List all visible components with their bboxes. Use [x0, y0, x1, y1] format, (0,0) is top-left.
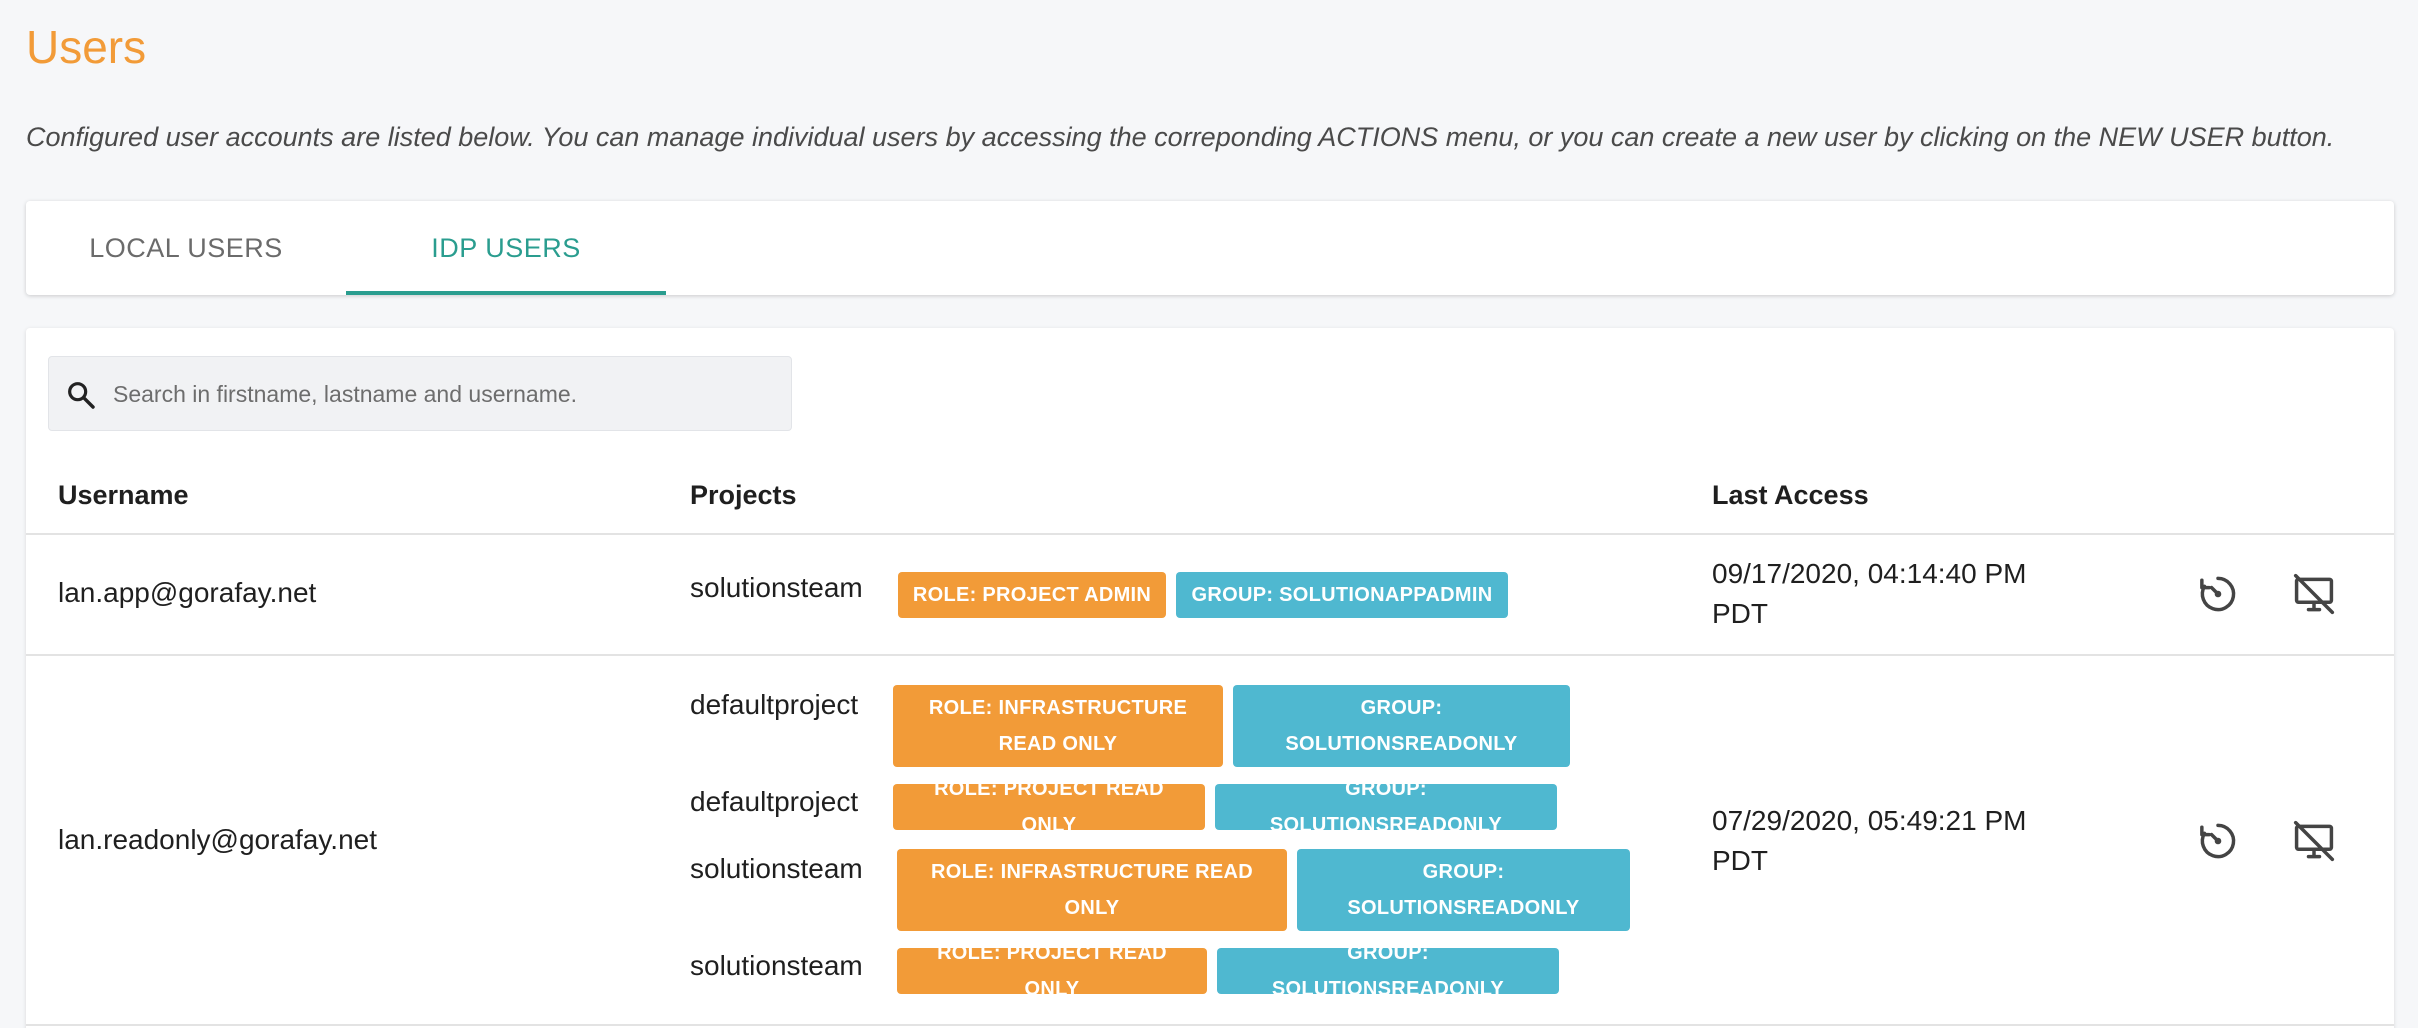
page-description: Configured user accounts are listed belo… [26, 122, 2335, 152]
search-icon [68, 382, 95, 409]
group-badge: GROUP: SOLUTIONSREADONLY [1297, 849, 1630, 931]
role-badge: ROLE: PROJECT READ ONLY [893, 778, 1205, 836]
role-badge: ROLE: INFRASTRUCTURE READ ONLY [897, 849, 1287, 931]
project-name: solutionsteam [690, 950, 863, 981]
timer-reset-icon[interactable] [2196, 819, 2240, 863]
search-input[interactable] [113, 357, 773, 432]
last-access-cell: 09/17/2020, 04:14:40 PM PDT [1712, 554, 2072, 634]
role-badge: ROLE: PROJECT ADMIN [898, 572, 1166, 618]
group-badge: GROUP: SOLUTIONSREADONLY [1217, 942, 1559, 1000]
username-cell: lan.app@gorafay.net [58, 577, 317, 608]
group-badge: GROUP: SOLUTIONSREADONLY [1215, 778, 1557, 836]
column-header-projects: Projects [690, 480, 797, 510]
last-access-datetime: 07/29/2020, 05:49:21 PM [1712, 805, 2027, 836]
project-name: defaultproject [690, 689, 859, 720]
group-badge: GROUP: SOLUTIONAPPADMIN [1176, 572, 1508, 618]
username-cell: lan.readonly@gorafay.net [58, 824, 377, 855]
row-divider [26, 1024, 2394, 1026]
project-name: solutionsteam [690, 853, 863, 884]
search-box [48, 356, 792, 432]
role-badge: ROLE: PROJECT READ ONLY [897, 942, 1207, 1000]
project-name: solutionsteam [690, 572, 863, 603]
column-header-last-access[interactable]: Last Access [1712, 480, 1869, 511]
last-access-timezone: PDT [1712, 845, 1768, 876]
row-divider [26, 654, 2394, 656]
project-name: defaultproject [690, 786, 859, 817]
tab-local-users[interactable]: LOCAL USERS [26, 201, 346, 295]
last-access-timezone: PDT [1712, 598, 1768, 629]
desktop-off-icon[interactable] [2292, 819, 2336, 863]
page-title: Users [26, 21, 147, 73]
tab-idp-users[interactable]: IDP USERS [346, 201, 666, 295]
timer-reset-icon[interactable] [2196, 572, 2240, 616]
column-header-username[interactable]: Username [58, 480, 189, 511]
last-access-datetime: 09/17/2020, 04:14:40 PM [1712, 558, 2027, 589]
role-badge: ROLE: INFRASTRUCTURE READ ONLY [893, 685, 1223, 767]
last-access-cell: 07/29/2020, 05:49:21 PM PDT [1712, 801, 2072, 881]
group-badge: GROUP: SOLUTIONSREADONLY [1233, 685, 1570, 767]
user-type-tabs: LOCAL USERS IDP USERS [26, 201, 2394, 295]
header-divider [26, 533, 2394, 535]
desktop-off-icon[interactable] [2292, 572, 2336, 616]
users-table-card: Username Projects Last Access lan.app@go… [26, 328, 2394, 1028]
